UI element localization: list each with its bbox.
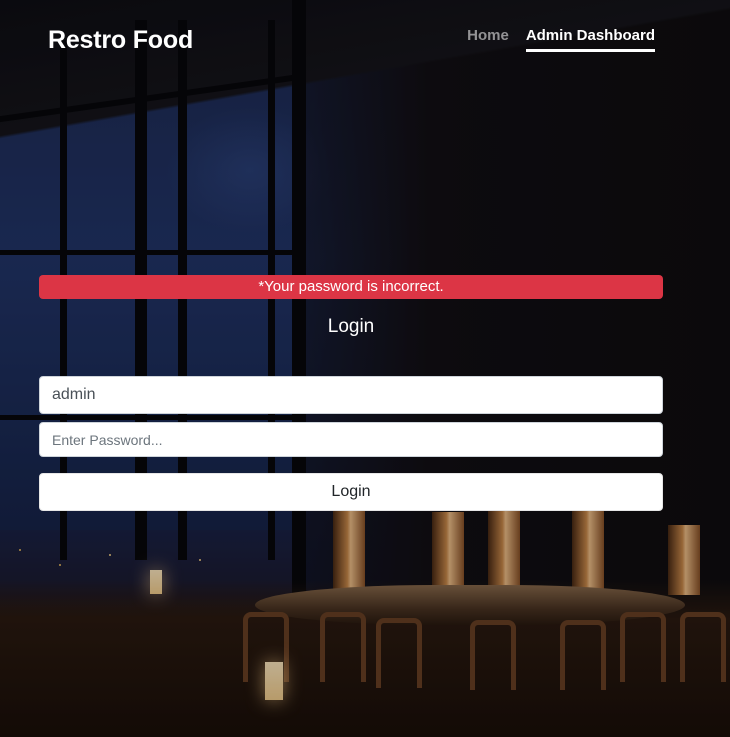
nav-link-admin-dashboard[interactable]: Admin Dashboard <box>525 27 655 52</box>
username-input[interactable] <box>39 376 663 414</box>
login-heading: Login <box>327 316 375 337</box>
error-alert: *Your password is incorrect. <box>39 275 663 299</box>
brand-logo[interactable]: Restro Food <box>48 26 193 55</box>
login-form: *Your password is incorrect. Login Login <box>39 275 663 511</box>
password-input[interactable] <box>39 422 663 457</box>
top-navbar: Restro Food Home Admin Dashboard <box>0 0 730 82</box>
login-button[interactable]: Login <box>39 473 663 511</box>
nav-link-home[interactable]: Home <box>467 27 509 52</box>
nav-links: Home Admin Dashboard <box>467 27 655 52</box>
